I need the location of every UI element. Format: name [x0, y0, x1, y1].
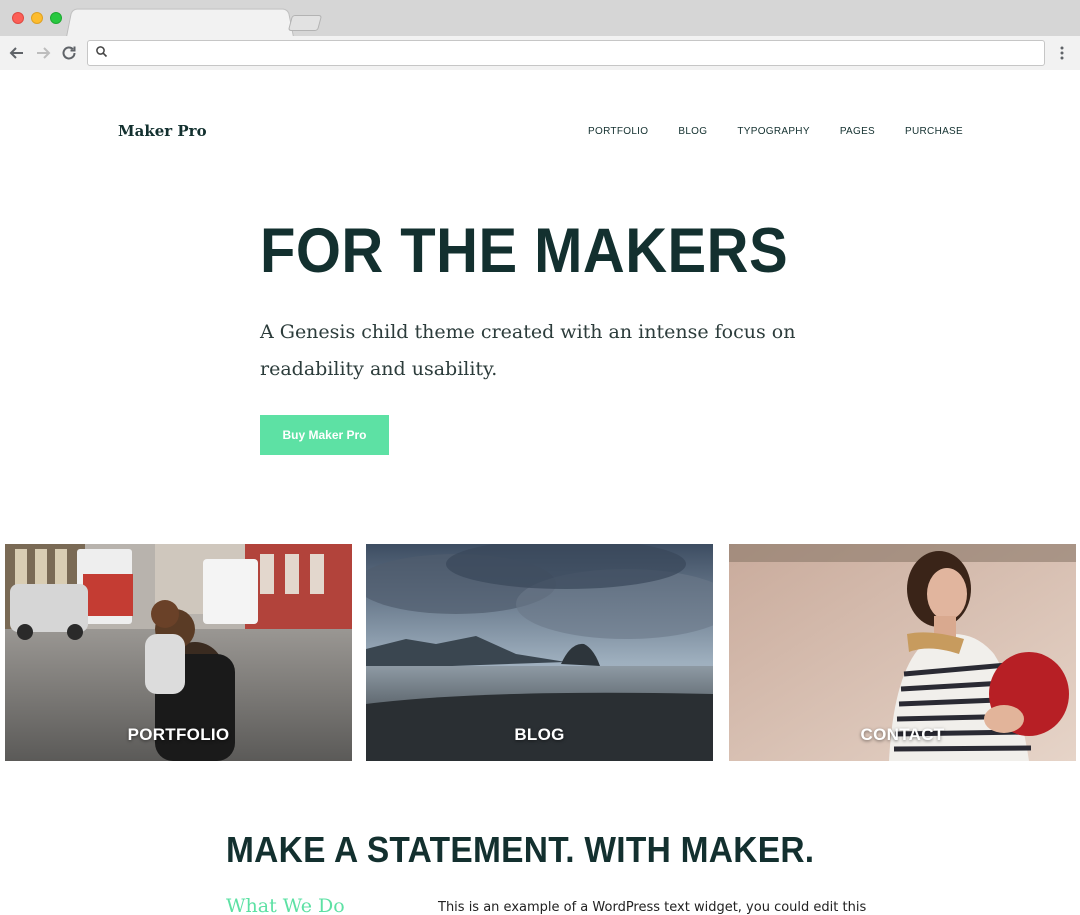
more-vertical-icon: [1060, 46, 1064, 60]
tile-contact-label: CONTACT: [860, 725, 945, 744]
maximize-window-button[interactable]: [50, 12, 62, 24]
reload-icon: [62, 46, 76, 60]
nav-item-blog[interactable]: BLOG: [678, 126, 707, 137]
nav-item-portfolio[interactable]: PORTFOLIO: [588, 126, 648, 137]
tile-blog[interactable]: BLOG: [366, 544, 713, 761]
hero-description: A Genesis child theme created with an in…: [260, 321, 796, 380]
tile-contact[interactable]: CONTACT: [729, 544, 1076, 761]
browser-menu-button[interactable]: [1054, 42, 1070, 64]
new-tab-button[interactable]: [287, 15, 323, 31]
primary-nav: PORTFOLIO BLOG TYPOGRAPHY PAGES PURCHASE: [588, 126, 963, 137]
browser-tab-active[interactable]: [66, 8, 294, 37]
nav-item-pages[interactable]: PAGES: [840, 126, 875, 137]
section-title: MAKE A STATEMENT. WITH MAKER.: [226, 829, 815, 870]
web-page: Maker Pro PORTFOLIO BLOG TYPOGRAPHY PAGE…: [0, 70, 1080, 915]
close-window-button[interactable]: [12, 12, 24, 24]
site-title[interactable]: Maker Pro: [118, 122, 207, 140]
tile-portfolio[interactable]: PORTFOLIO: [5, 544, 352, 761]
what-we-do-heading: What We Do: [226, 895, 345, 915]
buy-button[interactable]: Buy Maker Pro: [260, 415, 389, 455]
hero-title: FOR THE MAKERS: [260, 216, 789, 286]
tile-portfolio-label: PORTFOLIO: [127, 725, 230, 744]
nav-item-purchase[interactable]: PURCHASE: [905, 126, 963, 137]
forward-button[interactable]: [32, 42, 54, 64]
minimize-window-button[interactable]: [31, 12, 43, 24]
search-icon: [96, 46, 108, 58]
browser-toolbar: [0, 36, 1080, 70]
address-bar[interactable]: [87, 40, 1045, 66]
feature-tiles: PORTFOLIO BLOG CONTACT: [5, 544, 1076, 761]
tab-strip: [0, 0, 1080, 37]
arrow-right-icon: [37, 47, 51, 59]
browser-chrome: [0, 0, 1080, 70]
nav-item-typography[interactable]: TYPOGRAPHY: [737, 126, 809, 137]
arrow-left-icon: [9, 47, 23, 59]
text-widget-body: This is an example of a WordPress text w…: [438, 900, 867, 915]
reload-button[interactable]: [58, 42, 80, 64]
tile-blog-label: BLOG: [514, 725, 565, 744]
back-button[interactable]: [6, 42, 28, 64]
